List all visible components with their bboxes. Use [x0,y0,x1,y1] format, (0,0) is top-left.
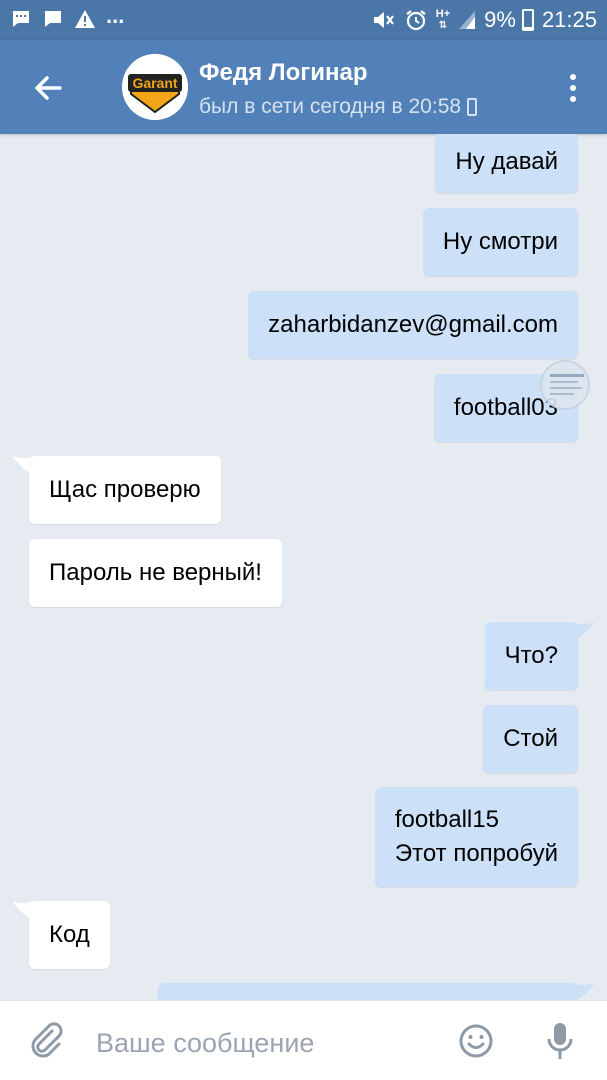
menu-dot-icon [570,85,576,91]
avatar-logo-text: Garant [132,75,177,91]
message-bubble-incoming[interactable]: Код [29,901,110,969]
emoji-button[interactable] [456,1021,496,1061]
arrow-left-icon [35,76,62,100]
message-bubble-outgoing[interactable]: Ну смотри [422,208,578,276]
contact-avatar[interactable]: Garant [122,54,188,120]
menu-dot-icon [570,74,576,80]
message-composer [0,1000,607,1080]
message-text: Пароль не верный! [49,559,262,586]
message-bubble-outgoing[interactable]: zaharbidanzev@gmail.com [248,291,578,359]
battery-percent: 9% [484,7,516,32]
message-text: zaharbidanzev@gmail.com [268,311,558,338]
menu-dot-icon [570,96,576,102]
mute-icon [372,9,396,31]
last-seen-text: был в сети сегодня в 20:58 [199,95,462,118]
message-text: Стой [503,725,558,752]
sms-icon [10,8,32,30]
message-text: football15 Этот попробуй [394,806,558,867]
alarm-icon [404,8,428,32]
message-list[interactable]: Ну давай Ну смотри zaharbidanzev@gmail.c… [0,134,607,1000]
clock: 21:25 [541,7,597,32]
message-bubble-outgoing[interactable] [158,983,578,1000]
message-text: Что? [504,642,558,669]
message-bubble-incoming[interactable]: Пароль не верный! [29,539,282,607]
chat-bubble-icon [42,8,64,30]
message-text: football03 [453,394,558,421]
message-text: Ну смотри [442,228,558,255]
battery-fill [523,26,532,29]
warning-icon [74,8,96,30]
message-text: Ну давай [455,148,558,175]
more-options-button[interactable] [563,70,583,106]
network-type-text: H+ [435,8,451,20]
message-bubble-incoming[interactable]: Щас проверю [29,456,221,524]
garant-logo-icon: Garant [122,54,188,120]
message-bubble-outgoing[interactable]: Стой [483,705,578,773]
status-bar: ... H+ ⇅ 9% 21:25 [0,0,607,40]
contact-name[interactable]: Федя Логинар [199,59,368,87]
read-receipt-avatar [540,360,590,410]
last-seen-status: был в сети сегодня в 20:58 [199,95,478,119]
paperclip-icon [31,1022,63,1058]
chat-header: Garant Федя Логинар был в сети сегодня в… [0,40,607,134]
voice-message-button[interactable] [540,1019,580,1063]
attach-button[interactable] [28,1021,68,1061]
network-type-label: H+ ⇅ [435,8,451,32]
message-text: Щас проверю [49,476,201,503]
notification-icons: ... [10,3,125,30]
message-bubble-outgoing[interactable]: Ну давай [435,134,578,193]
microphone-icon [547,1023,573,1059]
back-button[interactable] [28,68,68,108]
smiley-icon [459,1024,493,1058]
battery-icon [521,9,534,31]
mobile-phone-icon [467,98,478,116]
system-icons: H+ ⇅ 9% 21:25 [372,7,597,33]
message-bubble-outgoing[interactable]: football15 Этот попробуй [374,787,578,887]
screenshot-thumbnail-icon [550,374,584,395]
message-text: Код [49,921,90,948]
message-input[interactable] [96,1023,426,1063]
more-notifications-indicator: ... [106,3,125,28]
signal-icon [458,9,476,31]
message-bubble-outgoing[interactable]: Что? [484,622,578,690]
